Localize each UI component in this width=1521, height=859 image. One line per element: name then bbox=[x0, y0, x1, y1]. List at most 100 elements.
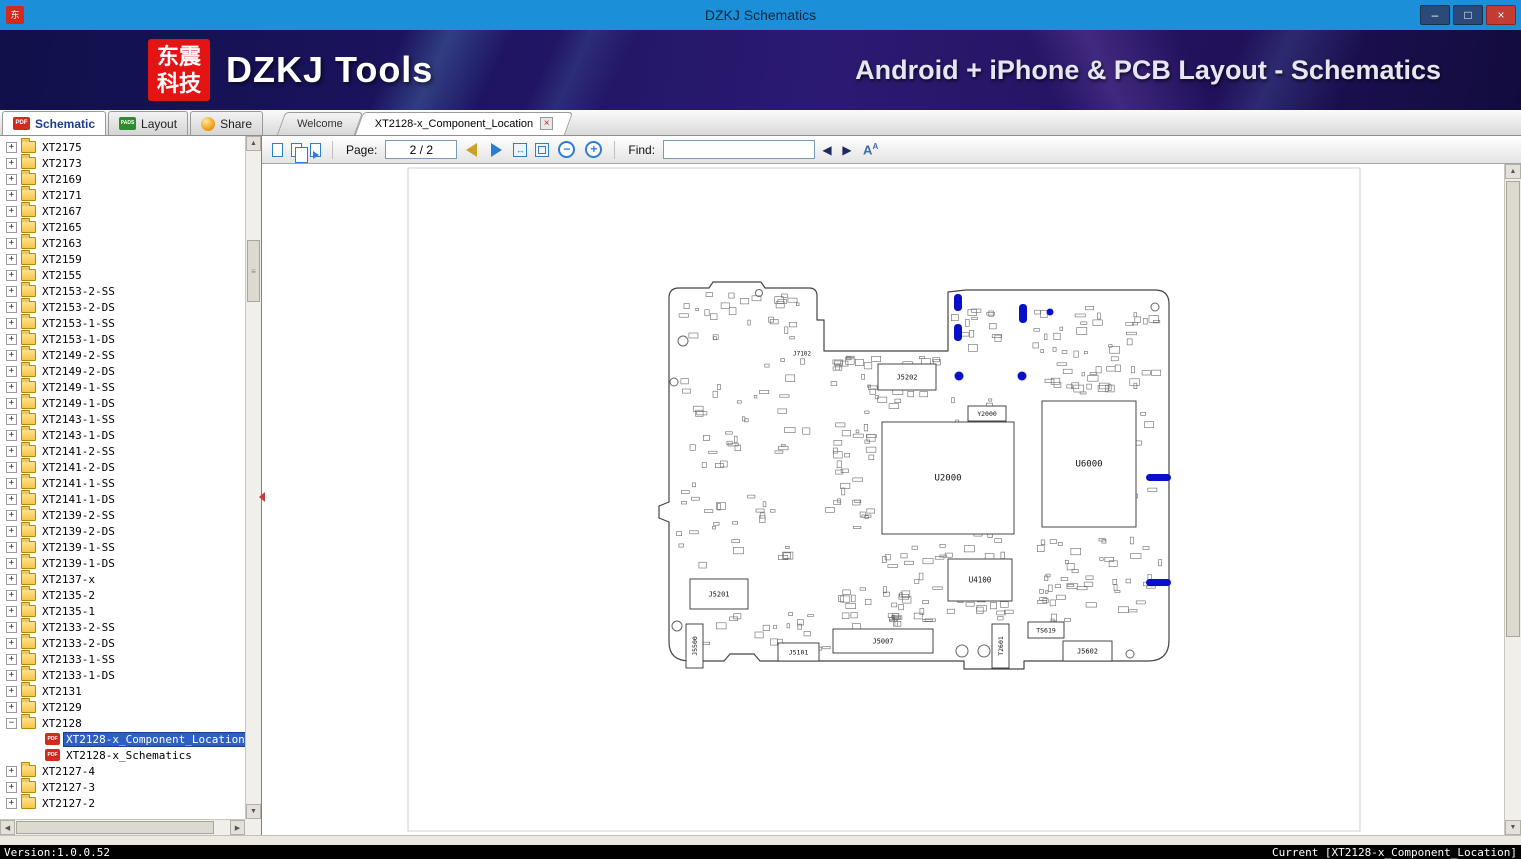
tree-item-label[interactable]: XT2175 bbox=[40, 141, 84, 154]
tab-schematic[interactable]: PDF Schematic bbox=[2, 111, 107, 135]
scroll-right-icon[interactable]: ▶ bbox=[230, 820, 245, 835]
tree-item-XT2143-1-SS[interactable]: + XT2143-1-SS bbox=[0, 410, 245, 427]
tree-item-label[interactable]: XT2127-3 bbox=[40, 781, 97, 794]
tree-item-label[interactable]: XT2128-x_Schematics bbox=[64, 749, 194, 762]
tab-close-icon[interactable]: × bbox=[540, 117, 554, 130]
tree-item-label[interactable]: XT2139-1-DS bbox=[40, 557, 117, 570]
expand-icon[interactable]: + bbox=[6, 285, 17, 297]
collapse-icon[interactable]: − bbox=[6, 717, 17, 729]
expand-icon[interactable]: + bbox=[6, 365, 17, 377]
expand-icon[interactable]: + bbox=[6, 189, 17, 201]
tree-item-label[interactable]: XT2159 bbox=[40, 253, 84, 266]
expand-icon[interactable]: + bbox=[6, 509, 17, 521]
tree-item-label[interactable]: XT2149-1-DS bbox=[40, 397, 117, 410]
tree-item-XT2149-1-SS[interactable]: + XT2149-1-SS bbox=[0, 378, 245, 395]
tree-item-XT2133-1-SS[interactable]: + XT2133-1-SS bbox=[0, 650, 245, 667]
tree-item-label[interactable]: XT2133-2-DS bbox=[40, 637, 117, 650]
tree-item-XT2127-2[interactable]: + XT2127-2 bbox=[0, 794, 245, 811]
pdf-viewer[interactable]: J7102 J5202 Y2000 U2000 U6000 U4100 J5201 J5500… bbox=[262, 164, 1504, 835]
tree-item-label[interactable]: XT2173 bbox=[40, 157, 84, 170]
tree-item-label[interactable]: XT2143-1-DS bbox=[40, 429, 117, 442]
tree-item-XT2127-3[interactable]: + XT2127-3 bbox=[0, 778, 245, 795]
tree-item-label[interactable]: XT2131 bbox=[40, 685, 84, 698]
tree-item-XT2143-1-DS[interactable]: + XT2143-1-DS bbox=[0, 426, 245, 443]
tree-item-label[interactable]: XT2127-2 bbox=[40, 797, 97, 810]
expand-icon[interactable]: + bbox=[6, 557, 17, 569]
sidebar-collapse-handle[interactable] bbox=[254, 492, 265, 502]
expand-icon[interactable]: + bbox=[6, 685, 17, 697]
scroll-up-icon[interactable]: ▲ bbox=[1505, 164, 1521, 179]
tree-item-label[interactable]: XT2141-1-SS bbox=[40, 477, 117, 490]
expand-icon[interactable]: + bbox=[6, 573, 17, 585]
tree-item-label[interactable]: XT2141-2-DS bbox=[40, 461, 117, 474]
tree-item-XT2149-1-DS[interactable]: + XT2149-1-DS bbox=[0, 394, 245, 411]
tree-item-XT2131[interactable]: + XT2131 bbox=[0, 682, 245, 699]
facing-pages-view-button[interactable] bbox=[289, 141, 308, 163]
expand-icon[interactable]: + bbox=[6, 317, 17, 329]
scroll-down-icon[interactable]: ▼ bbox=[1505, 820, 1521, 835]
tree-item-label[interactable]: XT2153-1-DS bbox=[40, 333, 117, 346]
fit-width-button[interactable]: ↔ bbox=[511, 141, 529, 159]
tree-horizontal-scrollbar[interactable]: ◀ ▶ bbox=[0, 819, 245, 835]
tree-item-XT2159[interactable]: + XT2159 bbox=[0, 250, 245, 267]
expand-icon[interactable]: + bbox=[6, 349, 17, 361]
expand-icon[interactable]: + bbox=[6, 541, 17, 553]
tree-item-label[interactable]: XT2141-2-SS bbox=[40, 445, 117, 458]
expand-icon[interactable]: + bbox=[6, 669, 17, 681]
expand-icon[interactable]: + bbox=[6, 269, 17, 281]
tree-item-XT2128-x_Schematics[interactable]: PDF XT2128-x_Schematics bbox=[0, 747, 245, 763]
tab-component-location[interactable]: XT2128-x_Component_Location × bbox=[359, 112, 569, 135]
tree-item-XT2137-x[interactable]: + XT2137-x bbox=[0, 570, 245, 587]
expand-icon[interactable]: + bbox=[6, 797, 17, 809]
expand-icon[interactable]: + bbox=[6, 653, 17, 665]
tree-item-XT2141-2-DS[interactable]: + XT2141-2-DS bbox=[0, 458, 245, 475]
tree-item-label[interactable]: XT2135-1 bbox=[40, 605, 97, 618]
maximize-button[interactable]: □ bbox=[1453, 5, 1483, 25]
expand-icon[interactable]: + bbox=[6, 445, 17, 457]
tree-item-XT2155[interactable]: + XT2155 bbox=[0, 266, 245, 283]
tree-item-label[interactable]: XT2139-2-DS bbox=[40, 525, 117, 538]
tree-item-label[interactable]: XT2137-x bbox=[40, 573, 97, 586]
close-button[interactable]: × bbox=[1486, 5, 1516, 25]
tree-item-label[interactable]: XT2139-1-SS bbox=[40, 541, 117, 554]
expand-icon[interactable]: + bbox=[6, 477, 17, 489]
tree-item-XT2139-1-SS[interactable]: + XT2139-1-SS bbox=[0, 538, 245, 555]
tree-item-label[interactable]: XT2169 bbox=[40, 173, 84, 186]
tree-item-XT2153-1-SS[interactable]: + XT2153-1-SS bbox=[0, 314, 245, 331]
tree-item-XT2141-1-DS[interactable]: + XT2141-1-DS bbox=[0, 490, 245, 507]
tree-item-XT2135-1[interactable]: + XT2135-1 bbox=[0, 602, 245, 619]
tree-item-XT2128[interactable]: − XT2128 bbox=[0, 714, 245, 731]
tree-item-label[interactable]: XT2167 bbox=[40, 205, 84, 218]
expand-icon[interactable]: + bbox=[6, 525, 17, 537]
tree-item-XT2129[interactable]: + XT2129 bbox=[0, 698, 245, 715]
tree-item-XT2135-2[interactable]: + XT2135-2 bbox=[0, 586, 245, 603]
continuous-view-button[interactable] bbox=[308, 141, 323, 159]
tree-hscrollbar-thumb[interactable] bbox=[16, 821, 214, 834]
tree-item-label[interactable]: XT2127-4 bbox=[40, 765, 97, 778]
single-page-view-button[interactable] bbox=[270, 141, 285, 159]
tree-item-label[interactable]: XT2143-1-SS bbox=[40, 413, 117, 426]
expand-icon[interactable]: + bbox=[6, 237, 17, 249]
tab-layout[interactable]: PADS Layout bbox=[108, 111, 189, 135]
tree-item-label[interactable]: XT2133-1-SS bbox=[40, 653, 117, 666]
expand-icon[interactable]: + bbox=[6, 205, 17, 217]
tree-item-XT2149-2-DS[interactable]: + XT2149-2-DS bbox=[0, 362, 245, 379]
tree-item-XT2149-2-SS[interactable]: + XT2149-2-SS bbox=[0, 346, 245, 363]
tree-item-XT2139-2-SS[interactable]: + XT2139-2-SS bbox=[0, 506, 245, 523]
expand-icon[interactable]: + bbox=[6, 173, 17, 185]
expand-icon[interactable]: + bbox=[6, 301, 17, 313]
expand-icon[interactable]: + bbox=[6, 381, 17, 393]
tab-welcome[interactable]: Welcome bbox=[281, 112, 359, 135]
tree-item-label[interactable]: XT2149-2-SS bbox=[40, 349, 117, 362]
tree-item-XT2141-1-SS[interactable]: + XT2141-1-SS bbox=[0, 474, 245, 491]
tree-item-XT2133-1-DS[interactable]: + XT2133-1-DS bbox=[0, 666, 245, 683]
tree-item-XT2165[interactable]: + XT2165 bbox=[0, 218, 245, 235]
font-size-button[interactable]: AA bbox=[863, 142, 878, 157]
expand-icon[interactable]: + bbox=[6, 781, 17, 793]
viewer-vertical-scrollbar[interactable]: ▲ ▼ bbox=[1504, 164, 1521, 835]
tree-item-XT2173[interactable]: + XT2173 bbox=[0, 154, 245, 171]
minimize-button[interactable]: – bbox=[1420, 5, 1450, 25]
viewer-scrollbar-thumb[interactable] bbox=[1506, 181, 1520, 638]
find-input[interactable] bbox=[663, 140, 816, 159]
expand-icon[interactable]: + bbox=[6, 765, 17, 777]
